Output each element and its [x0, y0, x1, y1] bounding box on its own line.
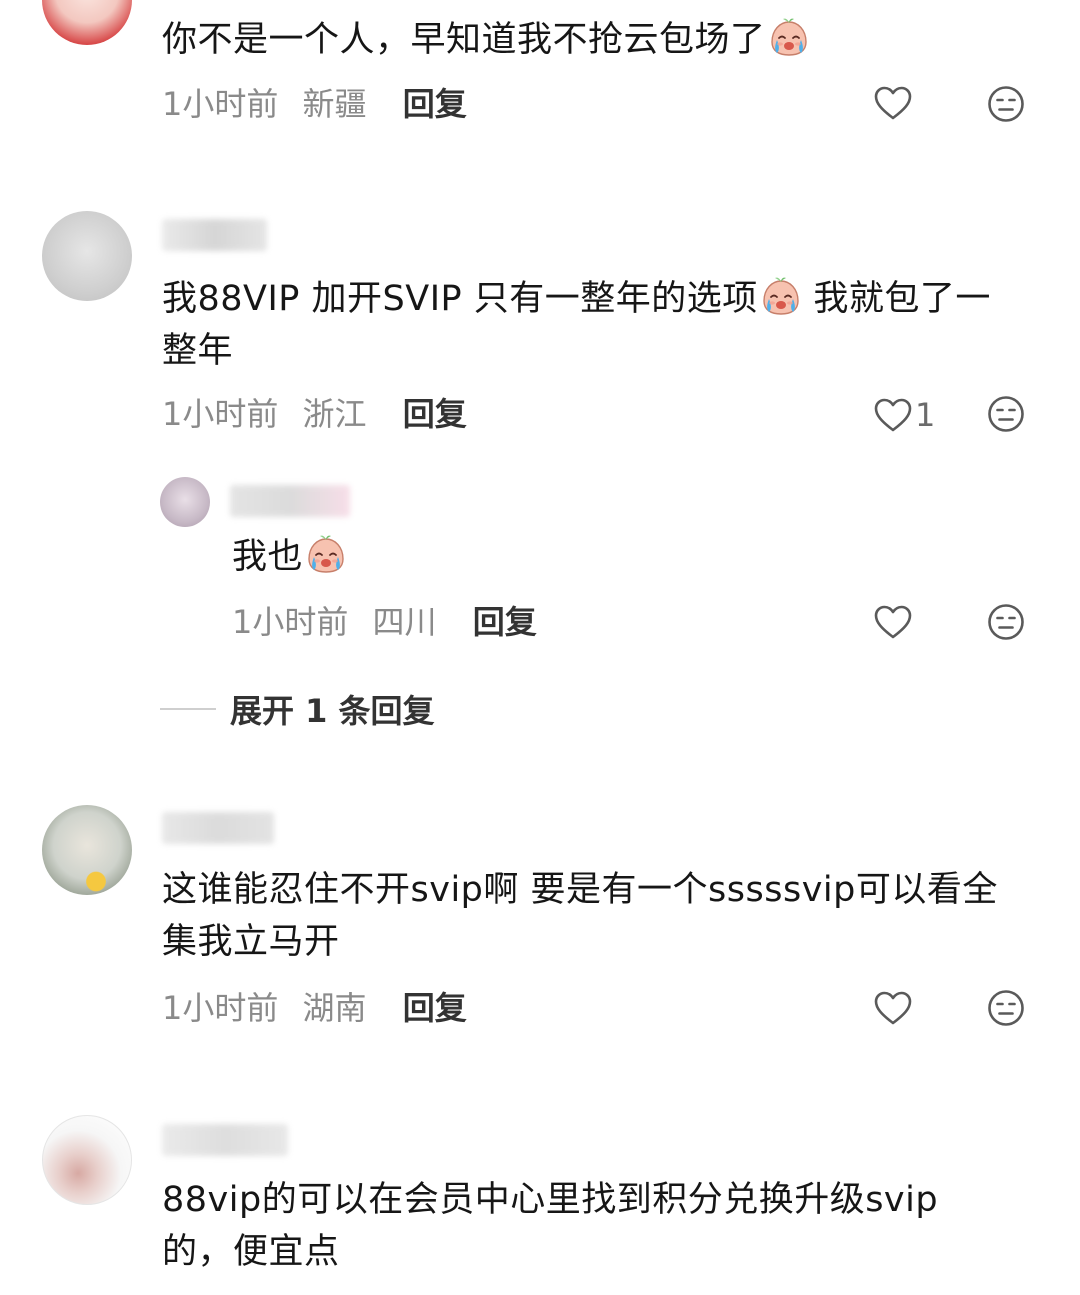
dislike-button[interactable]	[986, 394, 1026, 438]
neutral-face-icon	[986, 84, 1026, 124]
comment-item: 你不是一个人，早知道我不抢云包场了 1小时前 新疆 回复	[0, 0, 1080, 160]
dislike-button[interactable]	[986, 602, 1026, 646]
dislike-button[interactable]	[986, 988, 1026, 1032]
region: 湖南	[302, 989, 367, 1027]
reply-username-blurred[interactable]	[230, 485, 350, 517]
comment-item: 我88VIP 加开SVIP 只有一整年的选项 我就包了一 整年 1小时前 浙江 …	[0, 205, 1080, 765]
reply-button[interactable]: 回复	[473, 603, 537, 641]
reply-button[interactable]: 回复	[403, 85, 467, 123]
timestamp: 1小时前	[162, 989, 279, 1027]
username-blurred[interactable]	[162, 219, 267, 251]
avatar[interactable]	[42, 1115, 132, 1205]
comment-meta: 1小时前 湖南 回复	[162, 988, 467, 1028]
comment-meta: 1小时前 浙江 回复	[162, 394, 467, 434]
heart-outline-icon	[873, 990, 913, 1026]
timestamp: 1小时前	[162, 395, 279, 433]
comment-text: 这谁能忍住不开svip啊 要是有一个sssssvip可以看全 集我立马开	[162, 870, 998, 962]
like-button[interactable]: 1	[873, 396, 935, 434]
region: 四川	[372, 603, 437, 641]
username-blurred[interactable]	[162, 1124, 288, 1156]
heart-outline-icon	[873, 604, 913, 640]
timestamp: 1小时前	[232, 603, 349, 641]
expand-replies-button[interactable]: 展开 1 条回复	[160, 686, 435, 732]
comment-text: 我88VIP 加开SVIP 只有一整年的选项 我就包了一 整年	[162, 273, 1052, 377]
reply-avatar[interactable]	[160, 477, 210, 527]
comment-text: 你不是一个人，早知道我不抢云包场了	[162, 14, 810, 66]
reply-button[interactable]: 回复	[403, 989, 467, 1027]
reply-button[interactable]: 回复	[403, 395, 467, 433]
neutral-face-icon	[986, 988, 1026, 1028]
crying-face-emoji	[305, 534, 347, 574]
comment-meta: 1小时前 新疆 回复	[162, 84, 467, 124]
crying-face-emoji	[768, 17, 810, 57]
comment-item: 这谁能忍住不开svip啊 要是有一个sssssvip可以看全 集我立马开 1小时…	[0, 800, 1080, 1060]
reply-text: 我也	[232, 531, 347, 583]
like-button[interactable]	[873, 85, 913, 121]
avatar[interactable]	[42, 211, 132, 301]
comment-text: 88vip的可以在会员中心里找到积分兑换升级svip 的，便宜点	[162, 1180, 939, 1272]
comment-item: 88vip的可以在会员中心里找到积分兑换升级svip 的，便宜点	[0, 1110, 1080, 1295]
crying-face-emoji	[760, 276, 802, 316]
avatar[interactable]	[42, 0, 132, 45]
timestamp: 1小时前	[162, 85, 279, 123]
username-blurred[interactable]	[162, 812, 274, 844]
neutral-face-icon	[986, 602, 1026, 642]
avatar[interactable]	[42, 805, 132, 895]
dislike-button[interactable]	[986, 84, 1026, 128]
like-count: 1	[915, 396, 936, 434]
like-button[interactable]	[873, 604, 913, 640]
expand-replies-label: 展开 1 条回复	[230, 692, 435, 730]
heart-outline-icon	[873, 397, 913, 433]
neutral-face-icon	[986, 394, 1026, 434]
like-button[interactable]	[873, 990, 913, 1026]
heart-outline-icon	[873, 85, 913, 121]
region: 浙江	[302, 395, 367, 433]
reply-meta: 1小时前 四川 回复	[232, 602, 537, 642]
region: 新疆	[302, 85, 367, 123]
divider	[160, 708, 216, 710]
